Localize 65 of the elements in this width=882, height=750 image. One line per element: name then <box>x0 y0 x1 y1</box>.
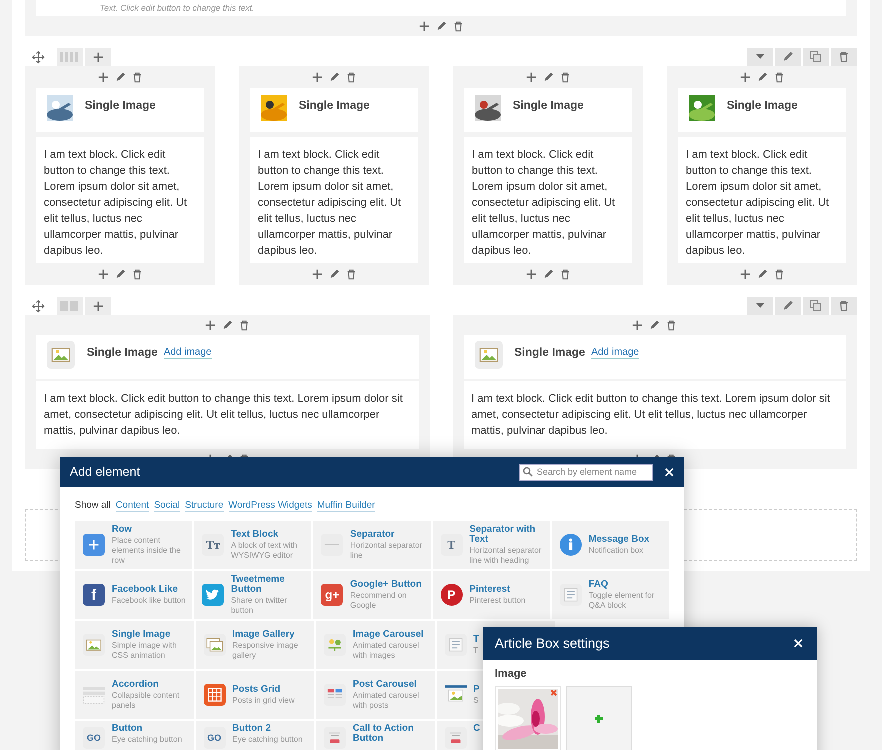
element-description: Recommend on Google <box>350 590 408 610</box>
element-description: Pinterest button <box>470 596 526 606</box>
paragraph-text: I am text block. Click edit button to change this text. Lorem ipsum dolor sit amet, consectetur adipiscing elit. Ut elit tellus, luctus nec ullamcorper mattis, pulvinar dapibus leo. <box>472 148 616 259</box>
element-name: FAQ <box>588 580 610 590</box>
element-name: Text Block <box>231 530 280 540</box>
element-title: Single Image <box>514 347 586 359</box>
element-description: S <box>474 696 480 706</box>
element-description: T <box>474 646 480 656</box>
icon-glyph: Tт <box>206 538 220 552</box>
element-name: Row <box>112 524 134 534</box>
element-description: Horizontal separator line with heading <box>470 546 543 566</box>
dialog-title: Article Box settings <box>495 636 611 651</box>
icon-glyph: T <box>448 538 456 552</box>
element-description: A block of text with WYSIWYG editor <box>231 540 298 560</box>
element-description: Share on twitter button <box>231 596 288 616</box>
element-name: Call to Action Button <box>353 724 415 744</box>
element-description: Notification box <box>588 546 645 556</box>
element-name: C <box>474 724 480 734</box>
element-title: Single Image <box>87 347 158 359</box>
element-title: Single Image <box>513 100 584 112</box>
icon-glyph: P <box>448 588 456 602</box>
element-name: Pinterest <box>470 584 512 594</box>
element-title: Single Image <box>85 100 156 112</box>
item-text: Text. Click edit button to change this text. <box>100 3 255 13</box>
element-name: Tweetmeme Button <box>231 574 286 594</box>
element-name: Facebook Like <box>112 584 179 594</box>
element-description: Horizontal separator line <box>350 540 424 560</box>
paragraph-text: I am text block. Click edit button to change this text. Lorem ipsum dolor sit amet, consectetur adipiscing elit. Ut elit tellus, luctus nec ullamcorper mattis, pulvinar dapibus leo. <box>258 148 402 259</box>
element-description: Eye catching button <box>112 735 182 745</box>
element-description: Collapsible content panels <box>112 690 181 710</box>
element-description: Responsive image gallery <box>232 640 300 660</box>
element-name: Single Image <box>112 630 172 640</box>
paragraph-text: I am text block. Click edit button to change this text. Lorem ipsum dolor sit amet, consectetur adipiscing elit. Ut elit tellus, luctus nec ullamcorper mattis, pulvinar dapibus leo. <box>686 148 830 259</box>
icon-glyph: GO <box>86 733 101 743</box>
icon-glyph: g+ <box>325 588 340 602</box>
element-description: Posts in grid view <box>232 696 295 706</box>
element-name: Button <box>112 724 144 734</box>
element-name: Post Carousel <box>353 680 418 690</box>
icon-glyph: f <box>92 586 96 604</box>
element-description: Place content elements inside the row <box>112 536 182 566</box>
element-name: Button 2 <box>232 724 272 734</box>
element-name: Separator <box>350 530 396 540</box>
element-name: Accordion <box>112 680 160 690</box>
element-name: Separator with Text <box>470 524 537 544</box>
paragraph-text: I am text block. Click edit button to change this text. Lorem ipsum dolor sit amet, consectetur adipiscing elit. Ut elit tellus, luctus nec ullamcorper mattis, pulvinar dapibus leo. <box>44 148 188 259</box>
element-description: Toggle element for Q&A block <box>588 590 656 610</box>
element-description: Animated carousel with posts <box>353 690 420 710</box>
element-name: Message Box <box>588 534 650 544</box>
element-name: T <box>474 634 480 644</box>
element-name: Image Gallery <box>232 630 296 640</box>
element-name: Posts Grid <box>232 684 282 694</box>
element-name: Google+ Button <box>350 580 423 590</box>
element-title: Single Image <box>299 100 370 112</box>
element-description: Simple image with CSS animation <box>112 640 178 660</box>
paragraph-text: I am text block. Click edit button to change this text. Lorem ipsum dolor sit amet, consectetur adipiscing elit. Ut elit tellus, luctus nec ullamcorper mattis, pulvinar dapibus leo. <box>472 392 832 439</box>
element-description: Eye catching button <box>232 735 303 745</box>
dialog-title: Add element <box>70 465 142 479</box>
element-name: P <box>474 684 480 694</box>
icon-glyph: GO <box>207 733 222 743</box>
element-description: Animated carousel with images <box>353 640 420 660</box>
field-label: Image <box>495 668 528 680</box>
paragraph-text: I am text block. Click edit button to change this text. Lorem ipsum dolor sit amet, consectetur adipiscing elit. Ut elit tellus, luctus nec ullamcorper mattis, pulvinar dapibus leo. <box>44 392 404 439</box>
element-name: Image Carousel <box>353 630 425 640</box>
element-title: Single Image <box>727 100 798 112</box>
element-description: Facebook like button <box>112 596 186 606</box>
